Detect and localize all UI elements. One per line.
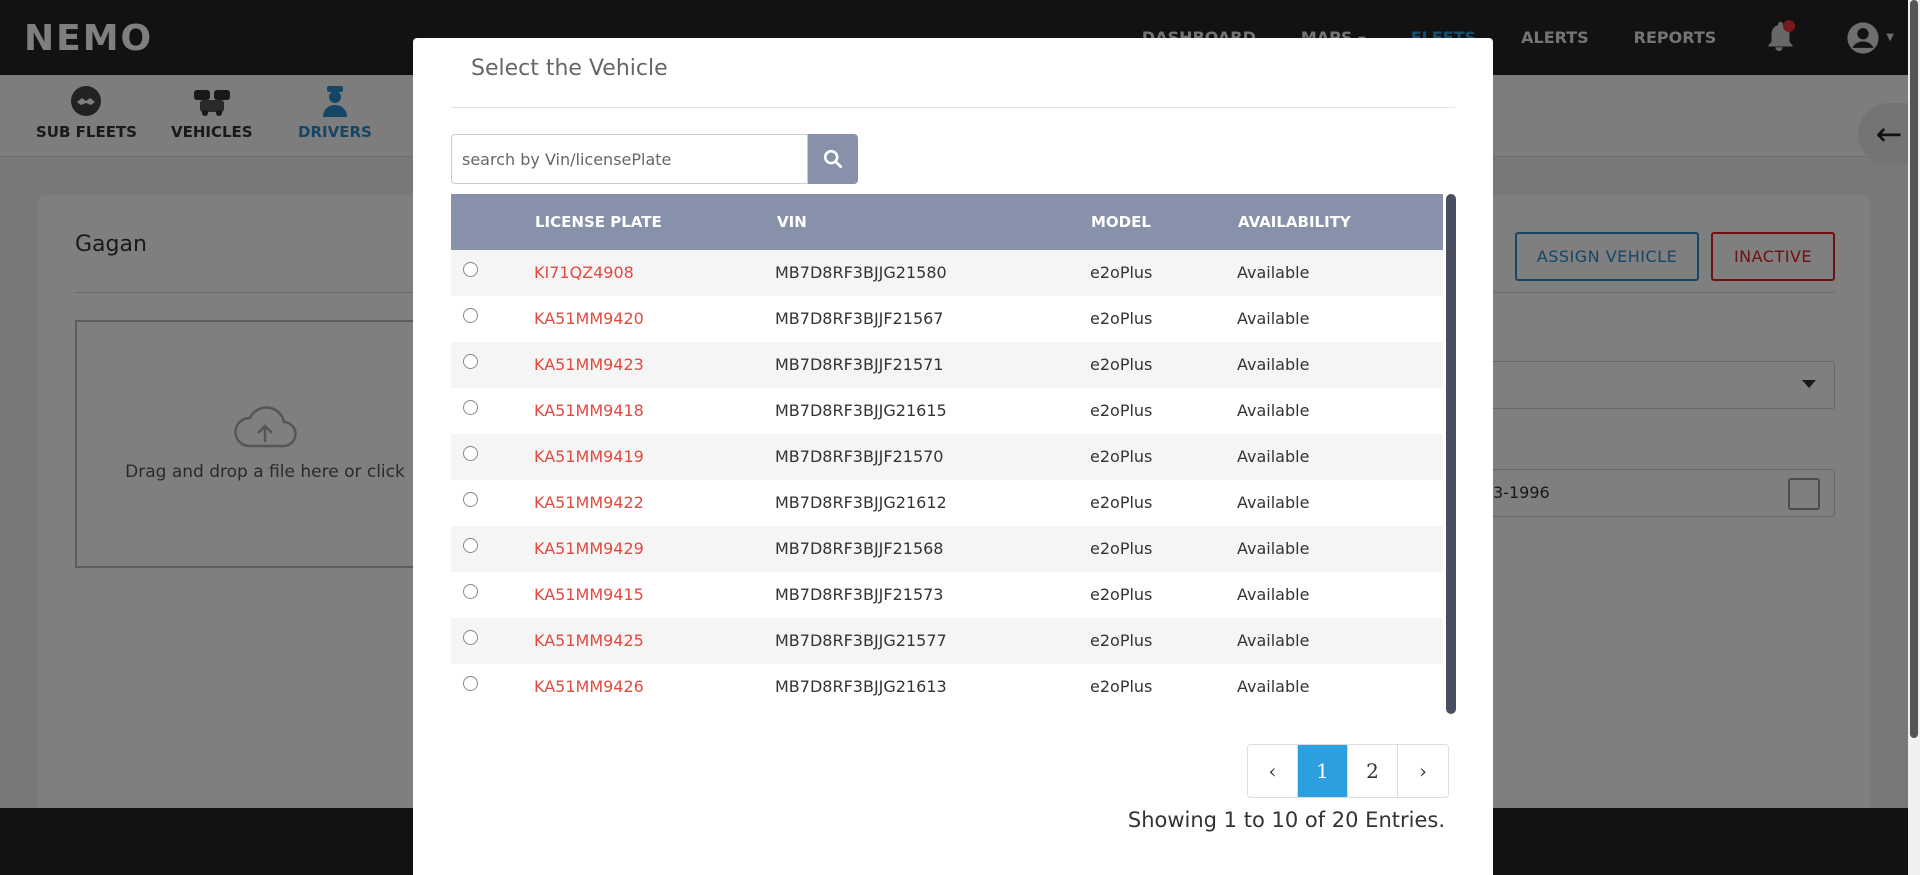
table-row[interactable]: KA51MM9423 MB7D8RF3BJJF21571 e2oPlus Ava… [451,342,1443,388]
availability-cell: Available [1237,263,1310,282]
row-radio[interactable] [463,630,478,645]
row-radio[interactable] [463,400,478,415]
page-2-button[interactable]: 2 [1348,745,1398,797]
page-scrollbar-thumb[interactable] [1910,0,1918,738]
model-cell: e2oPlus [1090,355,1153,374]
table-row[interactable]: KI71QZ4908 MB7D8RF3BJJG21580 e2oPlus Ava… [451,250,1443,296]
table-row[interactable]: KA51MM9426 MB7D8RF3BJJG21613 e2oPlus Ava… [451,664,1443,710]
row-radio[interactable] [463,676,478,691]
license-plate-link[interactable]: KI71QZ4908 [534,263,634,282]
column-header-vin[interactable]: VIN [777,213,807,231]
table-row[interactable]: KA51MM9418 MB7D8RF3BJJG21615 e2oPlus Ava… [451,388,1443,434]
table-row[interactable]: KA51MM9429 MB7D8RF3BJJF21568 e2oPlus Ava… [451,526,1443,572]
column-header-license-plate[interactable]: LICENSE PLATE [535,213,662,231]
table-row[interactable]: KA51MM9420 MB7D8RF3BJJF21567 e2oPlus Ava… [451,296,1443,342]
availability-cell: Available [1237,355,1310,374]
vin-cell: MB7D8RF3BJJF21568 [775,539,944,558]
row-radio[interactable] [463,446,478,461]
vin-cell: MB7D8RF3BJJG21580 [775,263,947,282]
vin-cell: MB7D8RF3BJJF21570 [775,447,944,466]
model-cell: e2oPlus [1090,539,1153,558]
availability-cell: Available [1237,631,1310,650]
availability-cell: Available [1237,447,1310,466]
search-button[interactable] [808,134,858,184]
column-header-model[interactable]: MODEL [1091,213,1151,231]
vin-cell: MB7D8RF3BJJG21577 [775,631,947,650]
license-plate-link[interactable]: KA51MM9422 [534,493,644,512]
row-radio[interactable] [463,262,478,277]
column-header-availability[interactable]: AVAILABILITY [1238,213,1351,231]
vehicles-table: LICENSE PLATE VIN MODEL AVAILABILITY KI7… [451,194,1443,722]
table-row[interactable]: KA51MM9415 MB7D8RF3BJJF21573 e2oPlus Ava… [451,572,1443,618]
select-vehicle-modal: Select the Vehicle LICENSE PLATE VIN MOD… [413,38,1493,875]
row-radio[interactable] [463,354,478,369]
next-page-button[interactable]: › [1398,745,1448,797]
row-radio[interactable] [463,492,478,507]
availability-cell: Available [1237,539,1310,558]
model-cell: e2oPlus [1090,631,1153,650]
entries-summary: Showing 1 to 10 of 20 Entries. [1127,808,1445,832]
license-plate-link[interactable]: KA51MM9425 [534,631,644,650]
license-plate-link[interactable]: KA51MM9419 [534,447,644,466]
availability-cell: Available [1237,677,1310,696]
model-cell: e2oPlus [1090,677,1153,696]
model-cell: e2oPlus [1090,309,1153,328]
vehicle-search-input[interactable] [451,134,808,184]
scrollbar-thumb[interactable] [1446,194,1456,714]
vin-cell: MB7D8RF3BJJF21573 [775,585,944,604]
license-plate-link[interactable]: KA51MM9420 [534,309,644,328]
pagination: ‹ 1 2 › [1247,744,1449,798]
license-plate-link[interactable]: KA51MM9429 [534,539,644,558]
table-header: LICENSE PLATE VIN MODEL AVAILABILITY [451,194,1443,250]
model-cell: e2oPlus [1090,401,1153,420]
model-cell: e2oPlus [1090,263,1153,282]
divider [451,107,1455,108]
vin-cell: MB7D8RF3BJJF21571 [775,355,944,374]
model-cell: e2oPlus [1090,447,1153,466]
table-row[interactable]: KA51MM9422 MB7D8RF3BJJG21612 e2oPlus Ava… [451,480,1443,526]
model-cell: e2oPlus [1090,493,1153,512]
availability-cell: Available [1237,401,1310,420]
vin-cell: MB7D8RF3BJJG21612 [775,493,947,512]
page-1-button[interactable]: 1 [1298,745,1348,797]
table-row[interactable]: KA51MM9419 MB7D8RF3BJJF21570 e2oPlus Ava… [451,434,1443,480]
vin-cell: MB7D8RF3BJJF21567 [775,309,944,328]
availability-cell: Available [1237,309,1310,328]
vin-cell: MB7D8RF3BJJG21615 [775,401,947,420]
page-scrollbar[interactable] [1908,0,1920,875]
table-scrollbar[interactable] [1446,194,1456,714]
prev-page-button[interactable]: ‹ [1248,745,1298,797]
search-icon [823,149,843,169]
availability-cell: Available [1237,493,1310,512]
license-plate-link[interactable]: KA51MM9423 [534,355,644,374]
row-radio[interactable] [463,584,478,599]
row-radio[interactable] [463,308,478,323]
table-row[interactable]: KA51MM9425 MB7D8RF3BJJG21577 e2oPlus Ava… [451,618,1443,664]
modal-title: Select the Vehicle [471,56,668,81]
availability-cell: Available [1237,585,1310,604]
vin-cell: MB7D8RF3BJJG21613 [775,677,947,696]
model-cell: e2oPlus [1090,585,1153,604]
row-radio[interactable] [463,538,478,553]
license-plate-link[interactable]: KA51MM9418 [534,401,644,420]
license-plate-link[interactable]: KA51MM9426 [534,677,644,696]
license-plate-link[interactable]: KA51MM9415 [534,585,644,604]
